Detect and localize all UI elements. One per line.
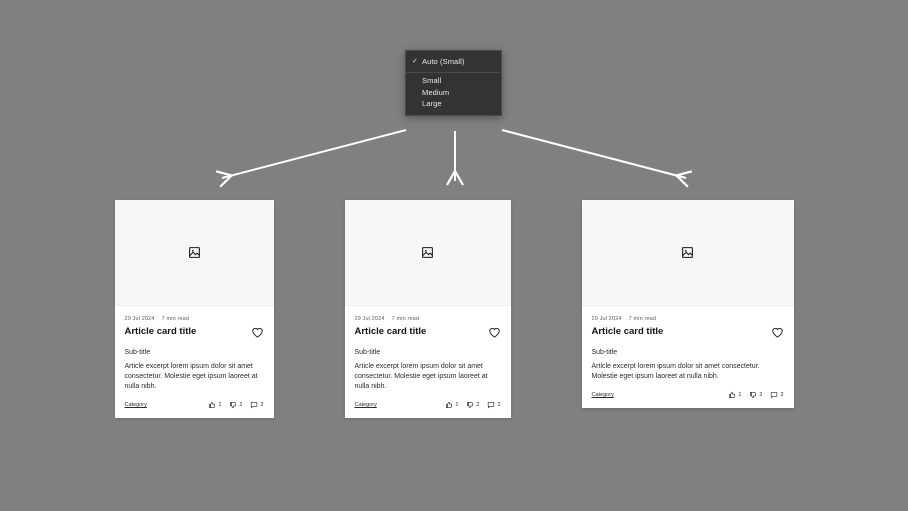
check-icon: ✓ [412,57,418,65]
article-card-row: 29 Jul 2024 7 min read Article card titl… [0,200,908,419]
card-category-link[interactable]: Category [125,402,147,408]
article-card-small[interactable]: 29 Jul 2024 7 min read Article card titl… [114,200,274,419]
comment-reaction[interactable]: 2 [250,401,264,409]
menu-item-auto-label: Auto (Small) [422,56,465,66]
arrow-to-large-card [501,129,693,188]
thumbs-up-icon [729,392,736,399]
menu-item-medium[interactable]: Medium [406,87,501,99]
thumbs-down-count: 2 [239,402,243,409]
thumbs-down-reaction[interactable]: 2 [229,401,242,409]
card-meta: 29 Jul 2024 7 min read [355,316,501,322]
comment-reaction[interactable]: 2 [487,401,501,409]
card-title: Article card title [124,326,197,337]
card-read-time: 7 min read [628,316,657,322]
thumbs-down-reaction[interactable]: 2 [466,401,479,409]
comment-count: 2 [780,392,784,399]
card-date: 29 Jul 2024 [354,316,385,322]
thumbs-up-icon [446,402,453,409]
card-title: Article card title [354,326,427,337]
thumbs-up-count: 1 [218,402,222,409]
menu-item-large-label: Large [422,99,442,109]
card-body: 29 Jul 2024 7 min read Article card titl… [345,306,511,392]
heart-outline-icon[interactable] [488,326,501,344]
card-footer: Category 1 2 2 [582,382,794,408]
menu-size-options: Small Medium Large [406,75,501,115]
article-card-medium[interactable]: 29 Jul 2024 7 min read Article card titl… [344,200,511,419]
card-reactions: 1 2 2 [445,401,501,409]
card-body: 29 Jul 2024 7 min read Article card titl… [582,306,794,382]
card-body: 29 Jul 2024 7 min read Article card titl… [115,306,274,392]
card-title-row: Article card title [354,326,501,344]
image-placeholder-icon [422,247,433,258]
menu-item-small[interactable]: Small [406,75,501,87]
card-subtitle: Sub-title [124,349,151,356]
card-footer: Category 1 2 2 [115,392,274,418]
card-date: 29 Jul 2024 [591,316,622,322]
menu-separator [406,72,501,73]
image-placeholder-icon [188,247,200,258]
card-date: 29 Jul 2024 [124,316,155,322]
card-read-time: 7 min read [391,316,420,322]
card-meta: 29 Jul 2024 7 min read [592,316,784,322]
arrow-to-small-card [215,129,407,188]
thumbs-up-reaction[interactable]: 1 [728,391,741,399]
heart-outline-icon[interactable] [771,326,784,344]
card-subtitle: Sub-title [354,349,381,356]
card-excerpt: Article excerpt lorem ipsum dolor sit am… [354,363,488,391]
article-card-large[interactable]: 29 Jul 2024 7 min read Article card titl… [581,200,794,409]
thumbs-down-icon [230,402,237,409]
image-placeholder-icon [682,247,693,258]
heart-outline-icon[interactable] [251,326,264,344]
card-media-placeholder [344,200,511,306]
card-media-placeholder [581,200,794,306]
card-meta: 29 Jul 2024 7 min read [125,316,264,322]
card-media-placeholder [114,200,274,306]
comment-count: 2 [497,402,501,409]
thumbs-up-reaction[interactable]: 1 [445,401,458,409]
comment-icon [771,392,778,399]
card-subtitle: Sub-title [591,349,618,356]
thumbs-down-count: 2 [759,392,763,399]
card-read-time: 7 min read [161,316,190,322]
card-title: Article card title [591,326,664,337]
thumbs-down-icon [750,392,757,399]
card-title-row: Article card title [124,326,264,344]
menu-item-large[interactable]: Large [406,98,501,110]
card-category-link[interactable]: Category [355,402,377,408]
thumbs-up-count: 1 [738,392,742,399]
card-excerpt: Article excerpt lorem ipsum dolor sit am… [124,363,258,391]
card-footer: Category 1 2 2 [345,392,511,418]
menu-item-medium-label: Medium [422,87,450,97]
menu-item-small-label: Small [422,76,442,86]
comment-icon [251,402,258,409]
comment-reaction[interactable]: 2 [770,391,784,399]
card-category-link[interactable]: Category [592,392,614,398]
card-reactions: 1 2 2 [728,391,784,399]
comment-icon [488,402,495,409]
thumbs-up-count: 1 [455,402,459,409]
card-size-dropdown-menu[interactable]: ✓ Auto (Small) Small Medium Large [405,50,502,116]
thumbs-down-icon [467,402,474,409]
thumbs-down-count: 2 [476,402,480,409]
menu-item-auto[interactable]: ✓ Auto (Small) [406,51,501,71]
comment-count: 2 [260,402,264,409]
thumbs-up-icon [209,402,216,409]
card-excerpt: Article excerpt lorem ipsum dolor sit am… [591,363,760,381]
thumbs-down-reaction[interactable]: 2 [749,391,762,399]
card-reactions: 1 2 2 [208,401,264,409]
card-title-row: Article card title [591,326,784,344]
thumbs-up-reaction[interactable]: 1 [208,401,221,409]
